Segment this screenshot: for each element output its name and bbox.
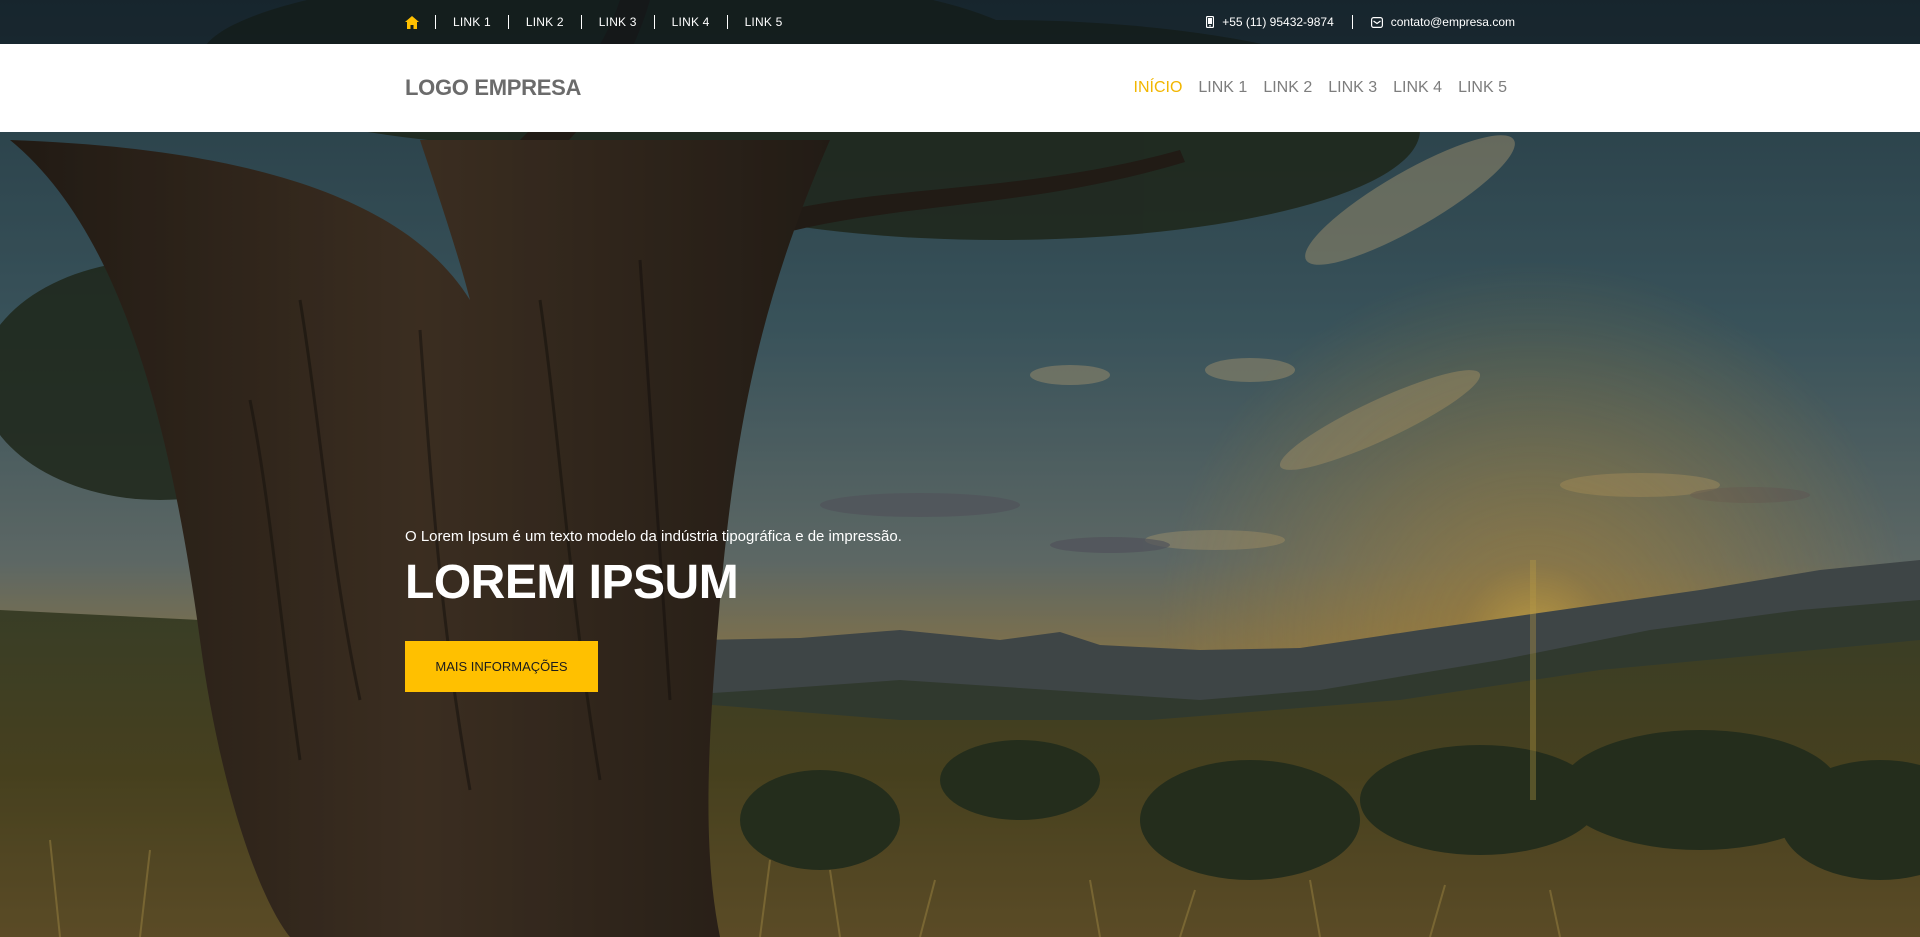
nav-item-link-4[interactable]: LINK 4 [1393,79,1442,97]
topbar-divider [653,15,655,29]
topbar-divider [1351,15,1353,29]
navbar-container: LOGO EMPRESA INÍCIO LINK 1 LINK 2 LINK 3… [405,44,1507,132]
more-info-button[interactable]: MAIS INFORMAÇÕES [405,641,598,692]
email-address: contato@empresa.com [1390,15,1515,29]
home-icon[interactable] [405,15,419,29]
topbar-divider [507,15,509,29]
topbar-divider [580,15,582,29]
topbar-links: LINK 1 LINK 2 LINK 3 LINK 4 LINK 5 [405,15,799,29]
hero-background-image [0,0,1920,937]
phone-number: +55 (11) 95432-9874 [1222,15,1334,29]
hero-subtitle: O Lorem Ipsum é um texto modelo da indús… [405,528,902,545]
company-logo[interactable]: LOGO EMPRESA [405,75,581,101]
main-nav: INÍCIO LINK 1 LINK 2 LINK 3 LINK 4 LINK … [1118,79,1508,97]
nav-item-inicio[interactable]: INÍCIO [1134,79,1183,97]
mobile-phone-icon [1206,16,1215,28]
nav-item-link-1[interactable]: LINK 1 [1198,79,1247,97]
topbar-link-4[interactable]: LINK 4 [672,15,710,29]
nav-item-link-3[interactable]: LINK 3 [1328,79,1377,97]
phone-contact[interactable]: +55 (11) 95432-9874 [1206,15,1334,29]
hero-title: LOREM IPSUM [405,556,739,609]
nav-item-link-2[interactable]: LINK 2 [1263,79,1312,97]
topbar-link-3[interactable]: LINK 3 [599,15,637,29]
topbar-container: LINK 1 LINK 2 LINK 3 LINK 4 LINK 5 +55 (… [405,0,1515,44]
topbar-link-1[interactable]: LINK 1 [453,15,491,29]
envelope-icon [1370,16,1383,28]
topbar: LINK 1 LINK 2 LINK 3 LINK 4 LINK 5 +55 (… [0,0,1920,44]
topbar-link-5[interactable]: LINK 5 [745,15,783,29]
main-navbar: LOGO EMPRESA INÍCIO LINK 1 LINK 2 LINK 3… [0,44,1920,132]
topbar-divider [435,15,436,29]
email-contact[interactable]: contato@empresa.com [1370,15,1515,29]
hero-content: O Lorem Ipsum é um texto modelo da indús… [405,528,1105,692]
topbar-divider [726,15,728,29]
topbar-link-2[interactable]: LINK 2 [526,15,564,29]
topbar-contact: +55 (11) 95432-9874 contato@empresa.com [1206,15,1515,29]
nav-item-link-5[interactable]: LINK 5 [1458,79,1507,97]
